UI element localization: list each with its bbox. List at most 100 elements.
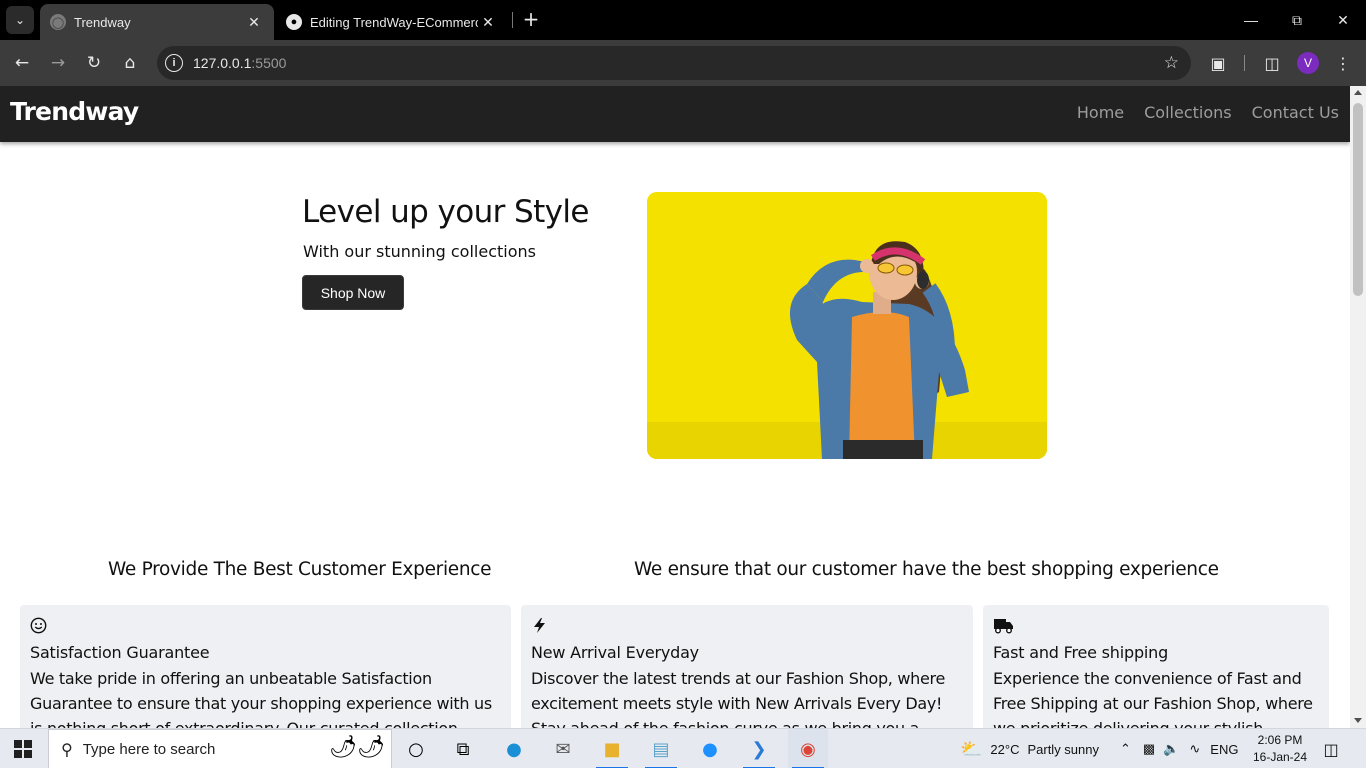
reload-button[interactable]: ↻: [80, 49, 108, 77]
meet-now-icon[interactable]: ▩: [1143, 741, 1155, 757]
taskbar-app-blue[interactable]: ●: [690, 729, 730, 768]
taskbar-clock[interactable]: 2:06 PM 16-Jan-24: [1250, 732, 1310, 766]
reload-icon: ↻: [86, 53, 102, 73]
close-window-button[interactable]: ✕: [1320, 0, 1366, 40]
feature-title: Satisfaction Guarantee: [30, 643, 210, 662]
feature-card-new-arrival: New Arrival Everyday Discover the latest…: [521, 605, 973, 728]
scroll-up-icon[interactable]: [1354, 90, 1362, 95]
browser-menu-button[interactable]: ⋮: [1329, 49, 1357, 77]
volume-icon[interactable]: 🔈: [1163, 741, 1179, 757]
app-wave-icon: ●: [702, 738, 718, 760]
extensions-button[interactable]: ▣: [1204, 49, 1232, 77]
taskbar-notepad[interactable]: ▤: [641, 729, 681, 768]
edge-icon: ●: [506, 738, 522, 760]
tab-github-editing[interactable]: ● Editing TrendWay-ECommerce/ ✕: [276, 4, 508, 40]
taskbar-chrome[interactable]: ◉: [788, 729, 828, 768]
taskbar-vscode[interactable]: ❯: [739, 729, 779, 768]
globe-icon: ◯: [50, 14, 66, 30]
scroll-down-icon[interactable]: [1354, 718, 1362, 723]
section-heading-right: We ensure that our customer have the bes…: [634, 559, 1219, 580]
hero-image: [647, 192, 1047, 459]
language-indicator[interactable]: ENG: [1210, 742, 1238, 757]
hero-title: Level up your Style: [302, 194, 589, 230]
search-placeholder: Type here to search: [82, 740, 216, 758]
nav-link-home[interactable]: Home: [1077, 103, 1124, 122]
tab-title: Editing TrendWay-ECommerce/: [310, 14, 478, 30]
page-scrollbar[interactable]: [1350, 86, 1366, 728]
feature-title: New Arrival Everyday: [531, 643, 699, 662]
taskbar-file-explorer[interactable]: ■: [592, 729, 632, 768]
tab-trendway[interactable]: ◯ Trendway ✕: [40, 4, 274, 40]
windows-taskbar: ⚲ Type here to search 🌶🌶 ○ ⧉ ● ✉ ■ ▤ ● ❯…: [0, 728, 1366, 768]
close-icon: ✕: [1337, 11, 1349, 28]
taskbar-search-box[interactable]: ⚲ Type here to search 🌶🌶: [48, 729, 392, 768]
side-panel-icon: ◫: [1264, 53, 1280, 73]
system-tray: ⌃ ▩ 🔈 ∿ ENG: [1120, 729, 1238, 768]
forward-button[interactable]: →: [44, 49, 72, 77]
scrollbar-thumb[interactable]: [1353, 103, 1363, 296]
address-bar[interactable]: i 127.0.0.1:5500 ☆: [157, 46, 1191, 80]
folder-icon: ■: [603, 738, 621, 760]
nav-link-collections[interactable]: Collections: [1144, 103, 1231, 122]
weather-condition: Partly sunny: [1027, 741, 1100, 757]
weather-widget[interactable]: ⛅ 22°C Partly sunny: [960, 729, 1099, 768]
browser-tab-strip: ⌄ ◯ Trendway ✕ ● Editing TrendWay-EComme…: [0, 0, 1366, 40]
chevron-up-icon[interactable]: ⌃: [1120, 741, 1131, 757]
home-button[interactable]: ⌂: [116, 49, 144, 77]
truck-icon: [993, 617, 1013, 635]
restore-icon: ⧉: [1292, 11, 1302, 28]
clock-date: 16-Jan-24: [1252, 750, 1308, 764]
tab-search-button[interactable]: ⌄: [6, 6, 34, 34]
page-viewport: Trendway Home Collections Contact Us Lev…: [0, 86, 1350, 728]
tab-divider: [512, 12, 513, 28]
url-host: 127.0.0.1: [193, 55, 252, 71]
puzzle-icon: ▣: [1210, 53, 1226, 73]
taskbar-mail[interactable]: ✉: [543, 729, 583, 768]
home-icon: ⌂: [124, 53, 136, 73]
arrow-right-icon: →: [50, 53, 66, 73]
brand-logo[interactable]: Trendway: [10, 97, 139, 126]
chili-peppers-icon: 🌶🌶: [329, 735, 385, 760]
site-navbar: Trendway Home Collections Contact Us: [0, 86, 1350, 142]
toolbar-divider: [1244, 55, 1245, 71]
windows-start-icon[interactable]: [14, 740, 32, 758]
arrow-left-icon: ←: [14, 53, 30, 73]
site-info-icon[interactable]: i: [165, 54, 183, 72]
restore-button[interactable]: ⧉: [1274, 0, 1320, 40]
clock-time: 2:06 PM: [1257, 733, 1303, 747]
smile-icon: [30, 617, 48, 635]
nav-link-contact[interactable]: Contact Us: [1252, 103, 1339, 122]
section-heading-left: We Provide The Best Customer Experience: [108, 559, 492, 580]
wifi-icon[interactable]: ∿: [1189, 741, 1200, 757]
feature-text: Discover the latest trends at our Fashio…: [531, 669, 946, 728]
weather-temperature: 22°C: [990, 741, 1020, 757]
notification-center-icon[interactable]: ◫: [1320, 739, 1342, 759]
search-icon: ⚲: [61, 739, 73, 759]
minimize-icon: —: [1244, 12, 1258, 28]
chevron-down-icon: ⌄: [14, 13, 26, 27]
close-icon[interactable]: ✕: [478, 14, 498, 31]
browser-toolbar: ← → ↻ ⌂ i 127.0.0.1:5500 ☆ ▣ ◫ V ⋮: [0, 40, 1366, 86]
cortana-button[interactable]: ○: [396, 729, 436, 768]
shop-now-button[interactable]: Shop Now: [302, 275, 404, 310]
taskbar-edge[interactable]: ●: [494, 729, 534, 768]
close-icon[interactable]: ✕: [244, 14, 264, 31]
bookmark-star-icon[interactable]: ☆: [1164, 53, 1179, 73]
side-panel-button[interactable]: ◫: [1258, 49, 1286, 77]
new-tab-button[interactable]: +: [520, 8, 542, 30]
task-view-button[interactable]: ⧉: [443, 729, 483, 768]
minimize-button[interactable]: —: [1228, 0, 1274, 40]
feature-text: We take pride in offering an unbeatable …: [30, 669, 492, 728]
feature-card-satisfaction: Satisfaction Guarantee We take pride in …: [20, 605, 511, 728]
notepad-icon: ▤: [652, 738, 670, 760]
github-icon: ●: [286, 14, 302, 30]
profile-avatar[interactable]: V: [1297, 52, 1319, 74]
back-button[interactable]: ←: [8, 49, 36, 77]
chrome-icon: ◉: [800, 738, 816, 760]
feature-title: Fast and Free shipping: [993, 643, 1169, 662]
feature-card-shipping: Fast and Free shipping Experience the co…: [983, 605, 1329, 728]
nav-links: Home Collections Contact Us: [1077, 103, 1339, 122]
woman-with-headphones-illustration: [647, 192, 1047, 459]
url-port: :5500: [251, 55, 287, 71]
feature-text: Experience the convenience of Fast and F…: [993, 669, 1313, 728]
